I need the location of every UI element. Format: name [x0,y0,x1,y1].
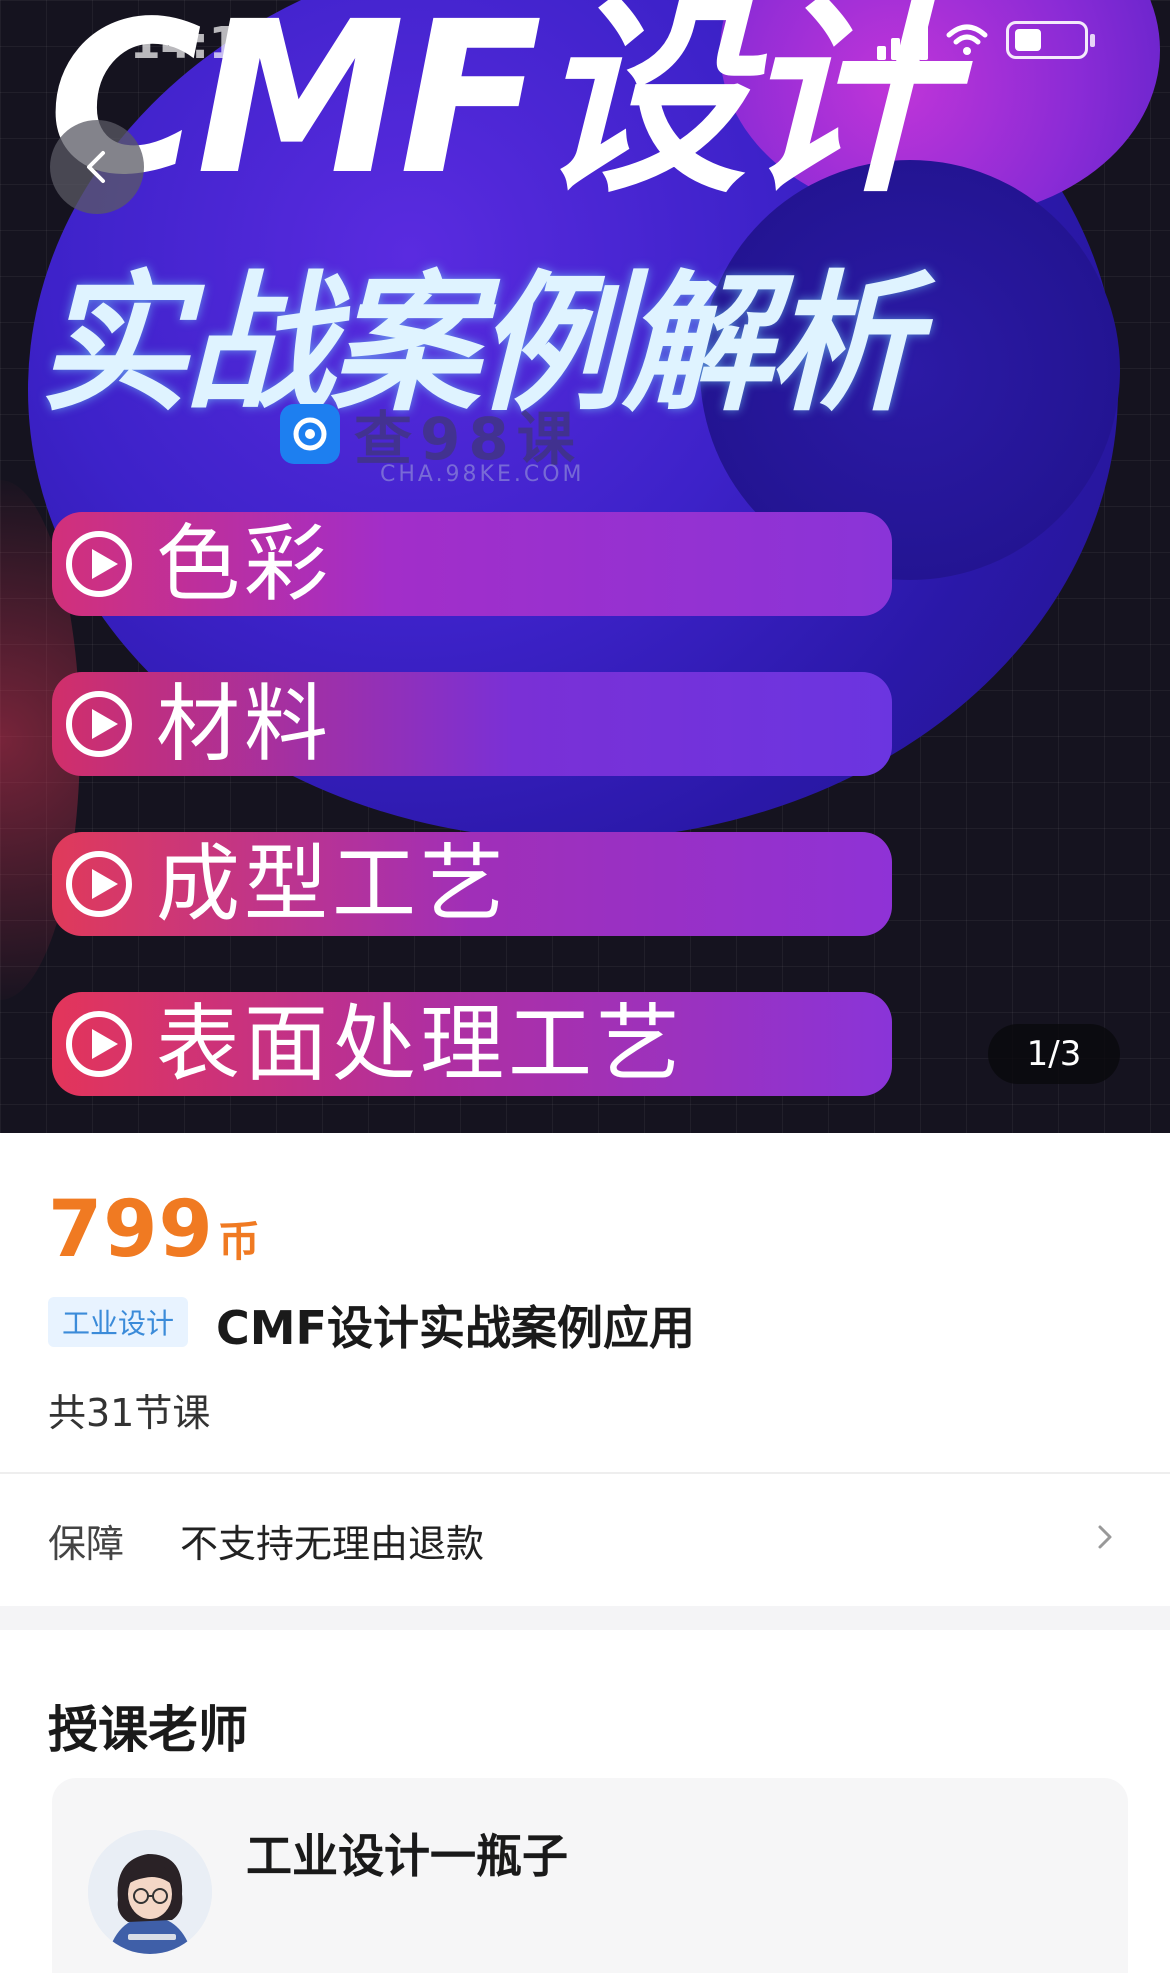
section-gap [0,1606,1170,1630]
battery-icon [1006,21,1095,59]
topic-pill-molding: 成型工艺 [52,832,892,936]
topic-pill-material: 材料 [52,672,892,776]
topic-label: 表面处理工艺 [156,995,685,1093]
category-tag: 工业设计 [48,1297,189,1347]
back-button[interactable] [50,120,144,214]
course-title: CMF设计实战案例应用 [216,1301,695,1355]
chevron-right-icon [1098,1525,1112,1549]
topic-label: 材料 [156,675,333,773]
play-circle-icon [66,1011,132,1077]
course-banner-carousel[interactable]: CMF设计 实战案例解析 查98课 CHA.98KE.COM 14:13 色彩 … [0,0,1170,1133]
play-circle-icon [66,531,132,597]
topic-pill-surface: 表面处理工艺 [52,992,892,1096]
teacher-card[interactable] [52,1778,1128,1973]
wifi-icon [946,24,988,55]
play-circle-icon [66,851,132,917]
status-icons [877,20,1095,60]
avatar-illustration [88,1830,212,1954]
teacher-name[interactable]: 工业设计一瓶子 [246,1820,568,1886]
topic-pill-color: 色彩 [52,512,892,616]
course-detail-page: CMF设计 实战案例解析 查98课 CHA.98KE.COM 14:13 色彩 … [0,0,1170,1973]
guarantee-row[interactable]: 保障 不支持无理由退款 [0,1474,1170,1606]
signal-icon [877,20,928,60]
price-unit: 币 [217,1217,260,1266]
watermark-logo-icon [280,404,340,464]
play-circle-icon [66,691,132,757]
guarantee-label: 保障 [48,1521,125,1566]
lesson-count: 共31节课 [48,1391,211,1435]
carousel-page-indicator: 1/3 [988,1024,1120,1084]
guarantee-value: 不支持无理由退款 [180,1521,485,1566]
chevron-left-icon [87,151,105,183]
topic-label: 成型工艺 [156,835,509,933]
teacher-avatar[interactable] [88,1830,212,1954]
watermark-subtext: CHA.98KE.COM [380,462,585,487]
price-amount: 799 [48,1185,214,1275]
course-price: 799 币 [48,1185,260,1275]
topic-label: 色彩 [156,515,333,613]
teacher-section-heading: 授课老师 [48,1701,248,1759]
status-time: 14:13 [130,18,271,69]
